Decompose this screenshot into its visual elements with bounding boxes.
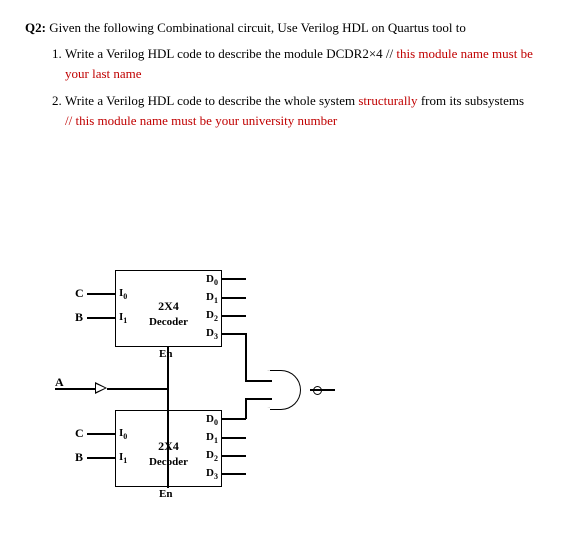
- item2-text2: from its subsystems: [418, 93, 525, 108]
- or-gate-icon: [270, 370, 314, 408]
- wire: [245, 380, 272, 382]
- pin-D3: D3: [206, 467, 218, 481]
- wire: [310, 389, 335, 391]
- pin-D3: D3: [206, 327, 218, 341]
- pin-I0: I0: [119, 287, 127, 301]
- pin-D1: D1: [206, 431, 218, 445]
- pin-D2: D2: [206, 449, 218, 463]
- pin-D2: D2: [206, 309, 218, 323]
- pin-En: En: [159, 348, 172, 360]
- question-list: Write a Verilog HDL code to describe the…: [25, 44, 542, 130]
- q-prefix: Q2:: [25, 20, 46, 35]
- pin-En: En: [159, 488, 172, 500]
- wire: [55, 388, 95, 390]
- pin-I1: I1: [119, 451, 127, 465]
- item1-text: Write a Verilog HDL code to describe the…: [65, 46, 393, 61]
- pin-D1: D1: [206, 291, 218, 305]
- wire: [221, 437, 246, 439]
- wire: [87, 433, 115, 435]
- label-B: B: [75, 310, 83, 325]
- wire: [107, 388, 167, 390]
- wire: [87, 317, 115, 319]
- label-C: C: [75, 286, 84, 301]
- pin-D0: D0: [206, 273, 218, 287]
- label-B: B: [75, 450, 83, 465]
- wire: [87, 457, 115, 459]
- pin-I0: I0: [119, 427, 127, 441]
- list-item: Write a Verilog HDL code to describe the…: [65, 44, 542, 83]
- question-header: Q2: Given the following Combinational ci…: [25, 20, 542, 36]
- pin-D0: D0: [206, 413, 218, 427]
- wire: [221, 315, 246, 317]
- wire: [245, 333, 247, 380]
- decoder-top: 2X4Decoder I0 I1 En D0 D1 D2 D3: [115, 270, 222, 347]
- wire: [245, 398, 247, 419]
- wire: [167, 347, 169, 389]
- item2-text: Write a Verilog HDL code to describe the…: [65, 93, 355, 108]
- item2-red2: // this module name must be your univers…: [65, 113, 337, 128]
- wire: [221, 278, 246, 280]
- label-C: C: [75, 426, 84, 441]
- wire: [245, 398, 272, 400]
- q-text: Given the following Combinational circui…: [49, 20, 466, 35]
- list-item: Write a Verilog HDL code to describe the…: [65, 91, 542, 130]
- wire: [87, 293, 115, 295]
- wire: [167, 388, 169, 488]
- wire: [221, 418, 246, 420]
- decoder-bottom: 2X4Decoder I0 I1 En D0 D1 D2 D3: [115, 410, 222, 487]
- pin-I1: I1: [119, 311, 127, 325]
- wire: [221, 333, 246, 335]
- buffer-icon: [95, 382, 107, 394]
- wire: [221, 455, 246, 457]
- wire: [221, 473, 246, 475]
- wire: [221, 297, 246, 299]
- circuit-diagram: 2X4Decoder I0 I1 En D0 D1 D2 D3 C B 2X4D…: [55, 270, 405, 510]
- item2-red1: structurally: [358, 93, 417, 108]
